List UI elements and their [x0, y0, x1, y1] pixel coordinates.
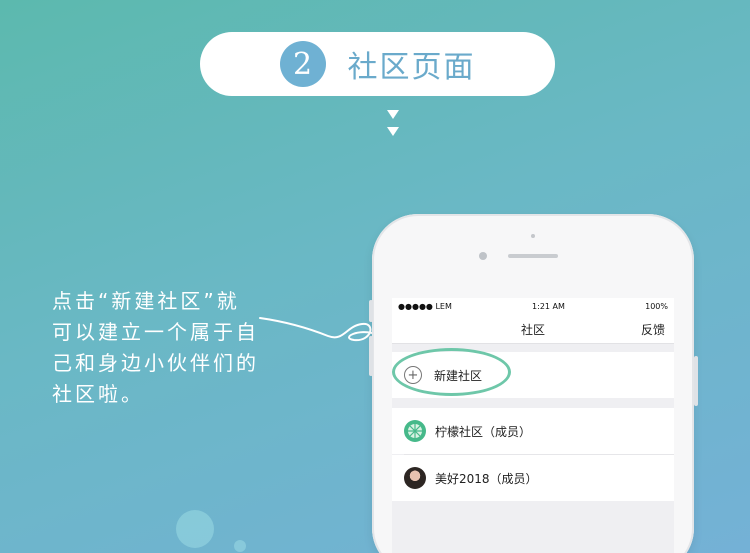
photo-avatar-icon — [404, 467, 426, 489]
community-name: 美好2018（成员） — [435, 471, 538, 486]
instruction-line: 己和身边小伙伴们的 — [52, 351, 259, 375]
lemon-avatar-icon — [404, 420, 426, 442]
community-item-lemon[interactable]: 柠檬社区（成员） — [392, 408, 674, 454]
section-header: 2 社区页面 — [200, 32, 555, 96]
section-title: 社区页面 — [347, 50, 476, 85]
step-number-badge: 2 — [279, 41, 326, 87]
camera-dot — [531, 234, 535, 238]
instruction-text: 点击“新建社区”就 可以建立一个属于自 己和身边小伙伴们的 社区啦。 — [52, 286, 292, 410]
decorative-bubble — [176, 510, 214, 548]
community-item-meihao[interactable]: 美好2018（成员） — [392, 455, 674, 501]
community-name: 柠檬社区（成员） — [435, 424, 532, 439]
arrow-down-icon — [387, 110, 399, 119]
status-bar: ●●●●● LEM 1:21 AM 100% — [392, 298, 674, 314]
decorative-bubble — [234, 540, 246, 552]
nav-bar: 社区 反馈 — [392, 314, 674, 344]
highlight-circle — [392, 348, 511, 396]
status-time: 1:21 AM — [532, 301, 565, 311]
feedback-button[interactable]: 反馈 — [641, 321, 665, 338]
phone-side-button — [369, 300, 373, 322]
instruction-line: 点击“新建社区”就 — [52, 289, 240, 313]
phone-screen: ●●●●● LEM 1:21 AM 100% 社区 反馈 + 新建社区 柠檬社区… — [392, 298, 674, 553]
down-arrows — [387, 110, 401, 144]
nav-title: 社区 — [520, 323, 545, 337]
instruction-line: 可以建立一个属于自 — [52, 320, 259, 344]
speaker-grille — [508, 254, 558, 258]
battery-level: 100% — [645, 301, 668, 311]
phone-side-button — [369, 336, 373, 376]
phone-side-button — [694, 356, 698, 406]
instruction-line: 社区啦。 — [52, 382, 144, 406]
front-camera-icon — [479, 252, 487, 260]
arrow-down-icon — [387, 127, 399, 136]
carrier-signal: ●●●●● LEM — [398, 301, 452, 311]
